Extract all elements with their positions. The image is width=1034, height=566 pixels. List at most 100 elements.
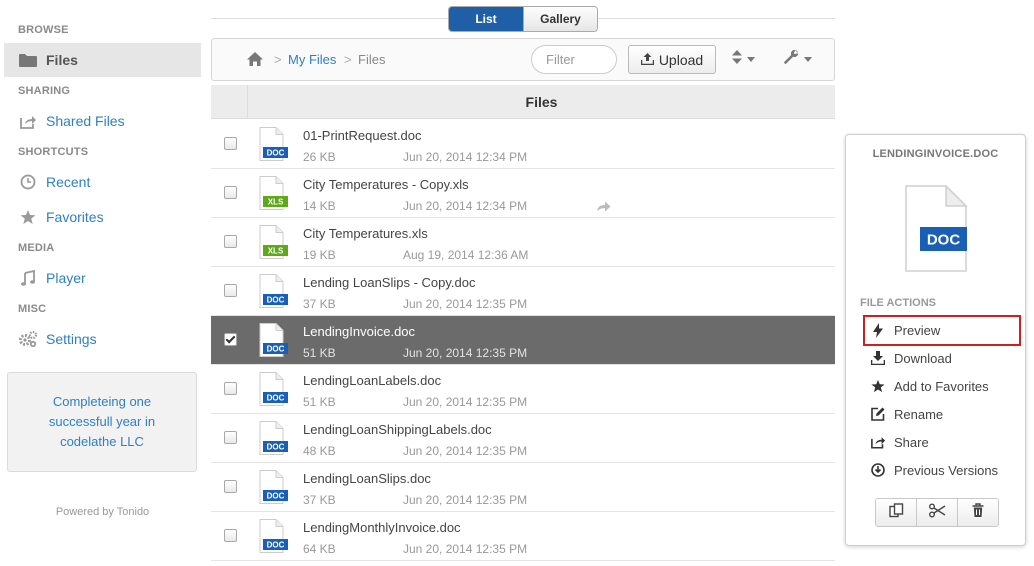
sort-dropdown[interactable] xyxy=(732,49,755,69)
sidebar-item-favorites[interactable]: Favorites xyxy=(4,200,201,234)
home-icon[interactable] xyxy=(246,51,264,72)
scissors-icon xyxy=(928,503,946,523)
sidebar-item-settings[interactable]: Settings xyxy=(4,322,201,356)
file-name[interactable]: LendingLoanSlips.doc xyxy=(303,471,431,486)
sidebar-item-label: Recent xyxy=(46,174,91,190)
file-name[interactable]: LendingLoanLabels.doc xyxy=(303,373,441,388)
file-name[interactable]: 01-PrintRequest.doc xyxy=(303,128,422,143)
gears-icon xyxy=(18,331,38,347)
action-label: Share xyxy=(894,434,929,450)
file-row[interactable]: DOC LendingMonthlyInvoice.doc 64 KB Jun … xyxy=(211,512,835,561)
sidebar-item-files[interactable]: Files xyxy=(4,43,201,77)
section-title-sharing: SHARING xyxy=(18,85,71,97)
files-column-header[interactable]: Files xyxy=(248,94,835,110)
panel-button-group xyxy=(875,498,999,527)
file-date: Aug 19, 2014 12:36 AM xyxy=(403,248,529,262)
upload-button[interactable]: Upload xyxy=(628,45,716,74)
add-to-favorites-action[interactable]: Add to Favorites xyxy=(870,375,989,397)
row-checkbox[interactable] xyxy=(224,480,237,493)
view-toggle: List Gallery xyxy=(448,6,598,32)
file-actions-title: FILE ACTIONS xyxy=(860,297,936,309)
cut-button[interactable] xyxy=(916,499,957,526)
file-size: 51 KB xyxy=(303,346,336,360)
file-name[interactable]: City Temperatures - Copy.xls xyxy=(303,177,469,192)
copy-button[interactable] xyxy=(876,499,916,526)
copy-icon xyxy=(888,502,904,523)
share-action[interactable]: Share xyxy=(870,431,929,453)
file-row-selected[interactable]: DOC LendingInvoice.doc 51 KB Jun 20, 201… xyxy=(211,316,835,365)
file-name[interactable]: Lending LoanSlips - Copy.doc xyxy=(303,275,476,290)
doc-file-icon: DOC xyxy=(254,274,290,313)
delete-button[interactable] xyxy=(957,499,998,526)
xls-file-icon: XLS xyxy=(254,176,290,215)
file-date: Jun 20, 2014 12:34 PM xyxy=(403,150,528,164)
gallery-view-button[interactable]: Gallery xyxy=(523,7,597,31)
file-row[interactable]: DOC Lending LoanSlips - Copy.doc 37 KB J… xyxy=(211,267,835,316)
download-icon xyxy=(870,351,886,365)
bolt-icon xyxy=(870,322,886,338)
preview-action[interactable]: Preview xyxy=(870,319,940,341)
share-icon xyxy=(870,435,886,449)
action-label: Download xyxy=(894,350,952,366)
row-checkbox[interactable] xyxy=(224,382,237,395)
file-name[interactable]: LendingLoanShippingLabels.doc xyxy=(303,422,492,437)
row-checkbox[interactable] xyxy=(224,235,237,248)
previous-versions-action[interactable]: Previous Versions xyxy=(870,459,998,481)
doc-file-icon: DOC xyxy=(254,421,290,460)
breadcrumb-separator: > xyxy=(274,52,282,67)
file-date: Jun 20, 2014 12:35 PM xyxy=(403,395,528,409)
rename-action[interactable]: Rename xyxy=(870,403,943,425)
file-row[interactable]: XLS City Temperatures.xls 19 KB Aug 19, … xyxy=(211,218,835,267)
file-name[interactable]: City Temperatures.xls xyxy=(303,226,428,241)
action-label: Previous Versions xyxy=(894,462,999,478)
file-row[interactable]: DOC LendingLoanSlips.doc 37 KB Jun 20, 2… xyxy=(211,463,835,512)
promo-box[interactable]: Completeing one successfull year in code… xyxy=(7,372,197,472)
file-row[interactable]: XLS City Temperatures - Copy.xls 14 KB J… xyxy=(211,169,835,218)
file-row[interactable]: DOC 01-PrintRequest.doc 26 KB Jun 20, 20… xyxy=(211,120,835,169)
row-checkbox[interactable] xyxy=(224,186,237,199)
row-checkbox[interactable] xyxy=(224,284,237,297)
file-type-badge: DOC xyxy=(267,394,285,403)
file-row[interactable]: DOC LendingLoanLabels.doc 51 KB Jun 20, … xyxy=(211,365,835,414)
file-details-panel: LENDINGINVOICE.DOC DOC FILE ACTIONS Prev… xyxy=(845,134,1026,546)
doc-file-icon: DOC xyxy=(254,519,290,558)
powered-by: Powered by Tonido xyxy=(55,506,150,518)
filter-input[interactable] xyxy=(531,45,617,74)
checkmark-icon xyxy=(225,333,236,344)
sidebar-item-player[interactable]: Player xyxy=(4,261,201,295)
history-icon xyxy=(870,463,886,477)
file-type-badge: DOC xyxy=(267,443,285,452)
file-size: 19 KB xyxy=(303,248,336,262)
list-view-button[interactable]: List xyxy=(449,7,523,31)
file-date: Jun 20, 2014 12:35 PM xyxy=(403,444,528,458)
tools-dropdown[interactable] xyxy=(784,49,812,69)
file-name[interactable]: LendingInvoice.doc xyxy=(303,324,415,339)
file-date: Jun 20, 2014 12:34 PM xyxy=(403,199,528,213)
file-size: 37 KB xyxy=(303,297,336,311)
doc-preview-icon: DOC xyxy=(904,184,970,278)
edit-icon xyxy=(870,407,886,421)
file-list: DOC 01-PrintRequest.doc 26 KB Jun 20, 20… xyxy=(211,120,835,561)
file-type-badge: DOC xyxy=(267,149,285,158)
row-checkbox[interactable] xyxy=(224,529,237,542)
file-size: 64 KB xyxy=(303,542,336,556)
file-name[interactable]: LendingMonthlyInvoice.doc xyxy=(303,520,461,535)
file-row[interactable]: DOC LendingLoanShippingLabels.doc 48 KB … xyxy=(211,414,835,463)
row-checkbox-checked[interactable] xyxy=(224,333,237,346)
row-checkbox[interactable] xyxy=(224,137,237,150)
section-title-browse: BROWSE xyxy=(18,24,69,36)
clock-icon xyxy=(18,174,38,190)
sidebar-item-label: Settings xyxy=(46,331,97,347)
share-icon xyxy=(18,114,38,129)
file-date: Jun 20, 2014 12:35 PM xyxy=(403,542,528,556)
promo-text[interactable]: Completeing one successfull year in code… xyxy=(38,392,166,452)
sidebar-item-recent[interactable]: Recent xyxy=(4,165,201,199)
row-checkbox[interactable] xyxy=(224,431,237,444)
file-type-badge: DOC xyxy=(267,296,285,305)
download-action[interactable]: Download xyxy=(870,347,952,369)
breadcrumb-my-files[interactable]: My Files xyxy=(288,52,336,67)
sidebar-item-shared-files[interactable]: Shared Files xyxy=(4,104,201,138)
action-label: Add to Favorites xyxy=(894,378,989,394)
sort-icon xyxy=(732,49,742,69)
star-icon xyxy=(870,379,886,393)
